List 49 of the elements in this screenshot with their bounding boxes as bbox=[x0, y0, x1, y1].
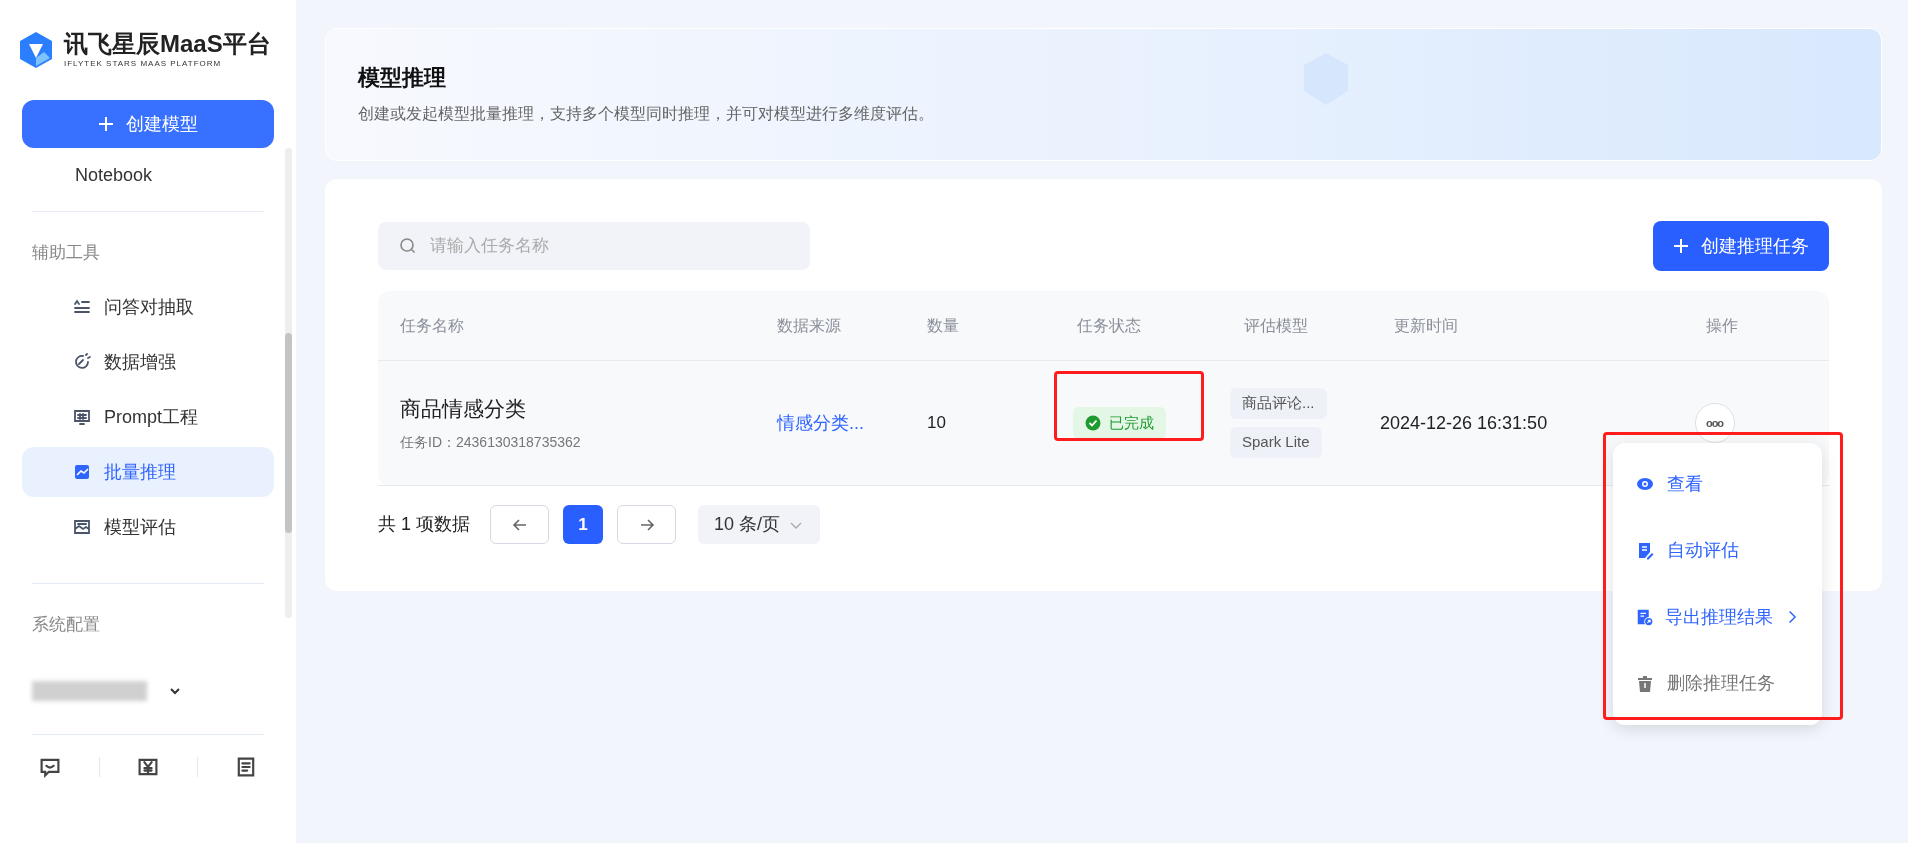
check-circle-icon bbox=[1085, 415, 1101, 431]
scrollbar[interactable] bbox=[285, 148, 292, 618]
brand-tagline: IFLYTEK STARS MAAS PLATFORM bbox=[64, 60, 223, 68]
sidebar-item[interactable]: Prompt工程 bbox=[22, 392, 274, 442]
model-tag: 商品评论... bbox=[1230, 388, 1327, 419]
menu-item[interactable]: 自动评估 bbox=[1613, 517, 1822, 584]
page-button[interactable]: 1 bbox=[563, 505, 603, 544]
sidebar-item[interactable]: Notebook bbox=[75, 165, 153, 185]
data-source-link[interactable]: 情感分类... bbox=[777, 412, 864, 433]
create-task-button[interactable]: 创建推理任务 bbox=[1653, 221, 1829, 271]
plus-icon bbox=[1673, 238, 1689, 254]
gauge-icon bbox=[72, 352, 92, 372]
search-field[interactable]: 请输入任务名称 bbox=[378, 222, 810, 270]
hash-board-icon bbox=[72, 407, 92, 427]
more-actions-button[interactable]: ooo bbox=[1694, 403, 1735, 443]
column-header: 评估模型 bbox=[1244, 316, 1308, 334]
plus-icon bbox=[98, 116, 114, 132]
search-input[interactable]: 请输入任务名称 bbox=[430, 233, 790, 259]
search-icon bbox=[398, 236, 418, 256]
column-header: 数据来源 bbox=[777, 316, 841, 334]
updated-time: 2024-12-26 16:31:50 bbox=[1380, 412, 1548, 433]
column-header: 任务名称 bbox=[400, 316, 464, 334]
column-header: 操作 bbox=[1705, 315, 1738, 336]
section-title: 系统配置 bbox=[31, 613, 101, 636]
task-name: 商品情感分类 bbox=[400, 395, 527, 422]
sidebar-item[interactable]: 模型评估 bbox=[22, 502, 274, 552]
total-count: 共 1 项数据 bbox=[378, 513, 470, 536]
document-export-icon bbox=[1635, 607, 1654, 628]
sidebar-item[interactable]: 批量推理 bbox=[22, 447, 274, 497]
model-tag: Spark Lite bbox=[1230, 427, 1322, 458]
sidebar-item[interactable]: 问答对抽取 bbox=[22, 282, 274, 332]
brand-name: 讯飞星辰MaaS平台 bbox=[64, 32, 271, 56]
chart-icon bbox=[72, 462, 92, 482]
sidebar-item[interactable]: 数据增强 bbox=[22, 337, 274, 387]
page-size-select[interactable]: 10 条/页 bbox=[698, 505, 821, 544]
create-model-button[interactable]: 创建模型 bbox=[22, 100, 274, 148]
section-title: 辅助工具 bbox=[31, 242, 101, 264]
page-description: 创建或发起模型批量推理，支持多个模型同时推理，并可对模型进行多维度评估。 bbox=[358, 104, 935, 124]
trash-icon bbox=[1635, 673, 1655, 694]
page-title: 模型推理 bbox=[358, 64, 446, 92]
menu-item[interactable]: 导出推理结果 bbox=[1613, 584, 1822, 651]
column-header: 任务状态 bbox=[1077, 316, 1141, 334]
menu-item[interactable]: 查看 bbox=[1613, 451, 1822, 518]
count-cell: 10 bbox=[927, 413, 946, 433]
column-header: 更新时间 bbox=[1394, 316, 1458, 334]
column-header: 数量 bbox=[927, 316, 959, 334]
image-frame-icon bbox=[72, 517, 92, 537]
status-tag: 已完成 bbox=[1073, 407, 1166, 439]
task-id: 任务ID：2436130318735362 bbox=[400, 433, 582, 453]
